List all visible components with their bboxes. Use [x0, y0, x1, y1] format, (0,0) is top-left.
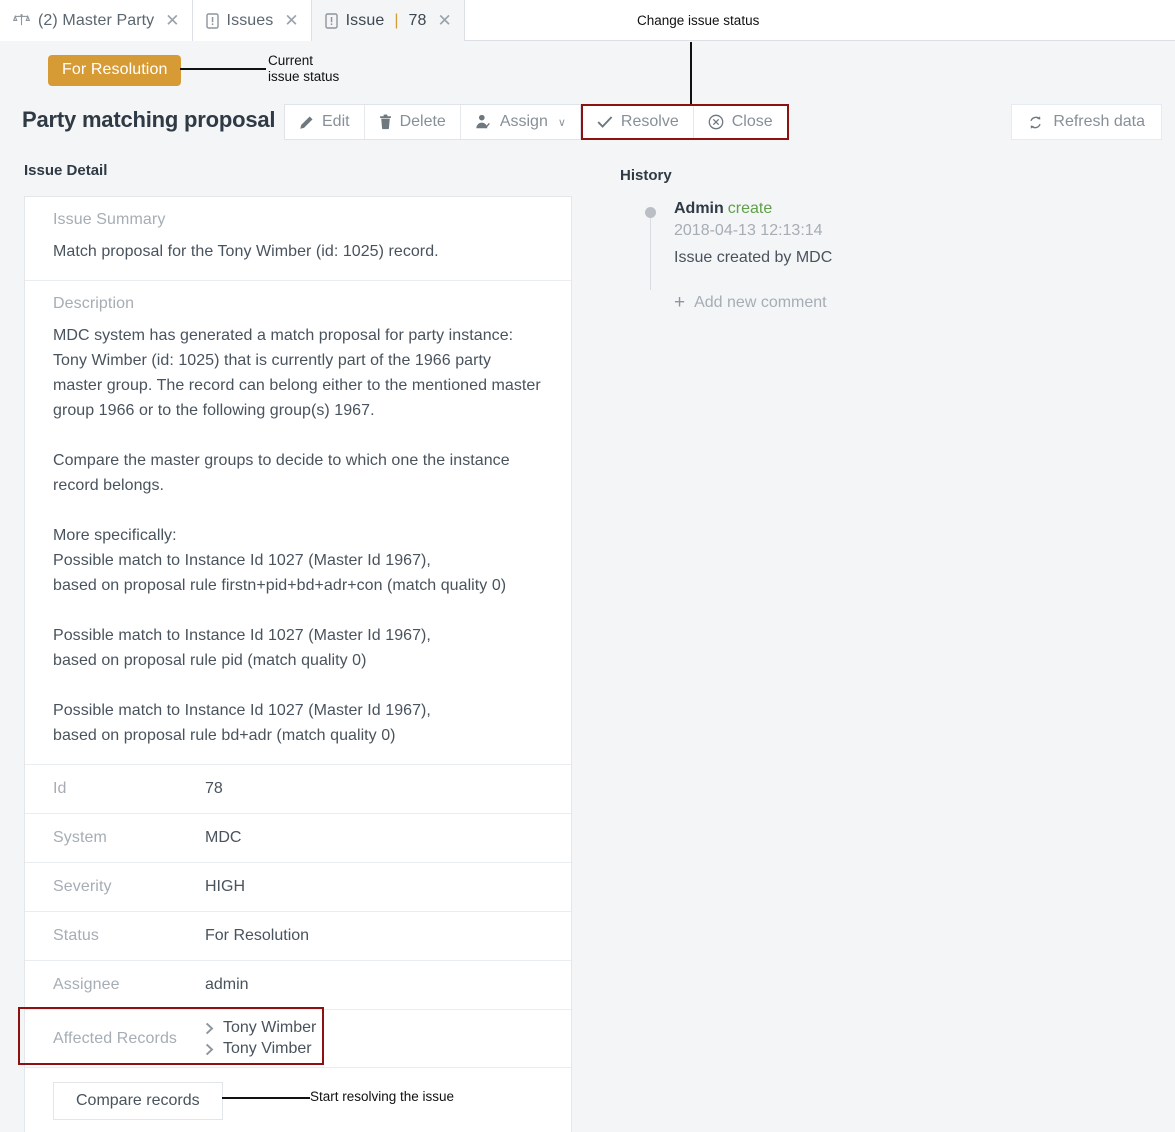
annotation-current-issue-status: Current issue status	[268, 53, 340, 84]
tab-issues[interactable]: Issues ✕	[192, 0, 312, 41]
field-value: For Resolution	[205, 927, 310, 944]
assign-button[interactable]: Assign ∨	[460, 105, 580, 139]
tab-label-id: 78	[408, 11, 427, 29]
plus-icon: +	[674, 292, 686, 313]
field-value: admin	[205, 976, 249, 993]
history-timestamp: 2018-04-13 12:13:14	[674, 222, 823, 239]
close-issue-button[interactable]: Close	[693, 106, 787, 138]
delete-button[interactable]: Delete	[364, 105, 461, 139]
issue-summary-label: Issue Summary	[53, 211, 166, 228]
annotation-leader-line-current	[180, 68, 266, 70]
tab-label: Issue	[345, 11, 385, 29]
history-dot-icon	[645, 207, 656, 218]
compare-records-button[interactable]: Compare records	[53, 1082, 223, 1120]
check-icon	[597, 115, 613, 129]
issue-detail-heading: Issue Detail	[24, 162, 108, 179]
affected-record-item[interactable]: Tony Vimber	[205, 1040, 316, 1058]
history-message: Issue created by MDC	[674, 249, 833, 266]
tab-label: Issues	[226, 11, 274, 29]
balance-scale-icon	[13, 13, 30, 28]
refresh-icon	[1028, 115, 1043, 130]
history-panel: Admin create 2018-04-13 12:13:14 Issue cr…	[620, 200, 1090, 313]
history-action: create	[727, 200, 773, 217]
field-value: MDC	[205, 829, 242, 846]
issue-summary-text: Match proposal for the Tony Wimber (id: …	[53, 243, 439, 260]
issue-detail-page: (2) Master Party ✕ Issues ✕ Issue | 78 ✕…	[0, 0, 1175, 1132]
description-block: Description MDC system has generated a m…	[25, 281, 571, 765]
field-key: Status	[53, 927, 99, 944]
action-toolbar: Edit Delete Assign ∨ Resolve Close	[284, 104, 789, 140]
pencil-icon	[299, 115, 314, 130]
exclamation-box-icon	[324, 12, 338, 29]
annotation-leader-line-status	[690, 42, 692, 104]
description-label: Description	[53, 295, 135, 312]
affected-records-label: Affected Records	[53, 1029, 178, 1047]
issue-summary-block: Issue Summary Match proposal for the Ton…	[25, 197, 571, 281]
add-comment-label: Add new comment	[694, 293, 827, 311]
chevron-right-icon	[205, 1043, 214, 1056]
chevron-right-icon	[205, 1022, 214, 1035]
assign-user-icon	[475, 114, 492, 130]
field-value: HIGH	[205, 878, 245, 895]
exclamation-box-icon	[205, 12, 219, 29]
field-key: Id	[53, 780, 67, 797]
field-row-status: Status For Resolution	[25, 912, 571, 961]
page-title: Party matching proposal	[22, 107, 276, 132]
tab-separator: |	[394, 11, 399, 29]
close-issue-label: Close	[731, 113, 773, 130]
annotation-start-resolving: Start resolving the issue	[310, 1089, 455, 1104]
issue-detail-card: Issue Summary Match proposal for the Ton…	[24, 196, 572, 1132]
close-icon[interactable]: ✕	[284, 12, 298, 29]
tab-label: (2) Master Party	[38, 11, 155, 29]
edit-label: Edit	[322, 113, 350, 130]
close-icon[interactable]: ✕	[165, 12, 179, 29]
close-icon[interactable]: ✕	[438, 12, 452, 29]
field-value: 78	[205, 780, 223, 797]
tab-issue-78[interactable]: Issue | 78 ✕	[311, 0, 465, 41]
status-badge: For Resolution	[48, 55, 182, 86]
field-row-id: Id 78	[25, 765, 571, 814]
description-text: MDC system has generated a match proposa…	[53, 327, 541, 744]
annotation-leader-line-compare	[222, 1097, 310, 1099]
close-circle-icon	[708, 114, 724, 130]
tab-master-party[interactable]: (2) Master Party ✕	[0, 0, 193, 41]
history-entry: Admin create 2018-04-13 12:13:14 Issue cr…	[620, 200, 1090, 290]
field-key: Severity	[53, 878, 112, 895]
affected-record-name: Tony Vimber	[223, 1040, 312, 1057]
history-heading: History	[620, 167, 672, 184]
assign-label: Assign	[499, 113, 548, 130]
field-key: System	[53, 829, 107, 846]
history-author: Admin	[674, 200, 724, 217]
card-footer: Compare records	[25, 1068, 571, 1132]
edit-button[interactable]: Edit	[285, 105, 365, 139]
history-timeline-line	[650, 218, 651, 290]
field-row-severity: Severity HIGH	[25, 863, 571, 912]
add-new-comment-button[interactable]: + Add new comment	[674, 293, 827, 312]
resolve-button[interactable]: Resolve	[582, 106, 694, 138]
tab-bar: (2) Master Party ✕ Issues ✕ Issue | 78 ✕	[0, 0, 1175, 41]
resolve-label: Resolve	[620, 113, 679, 130]
history-author-row: Admin create	[674, 200, 1090, 218]
primary-action-group: Edit Delete Assign ∨	[284, 104, 581, 140]
status-change-group: Resolve Close	[580, 104, 789, 140]
tab-bar-empty-space	[464, 0, 1175, 40]
field-row-system: System MDC	[25, 814, 571, 863]
refresh-label: Refresh data	[1053, 113, 1145, 130]
field-row-affected-records: Affected Records Tony Wimber Tony Vimber	[25, 1010, 571, 1068]
affected-records-list: Tony Wimber Tony Vimber	[205, 1019, 316, 1058]
field-row-assignee: Assignee admin	[25, 961, 571, 1010]
field-key: Assignee	[53, 976, 120, 993]
affected-record-name: Tony Wimber	[223, 1019, 317, 1036]
delete-label: Delete	[399, 113, 446, 130]
refresh-data-button[interactable]: Refresh data	[1011, 104, 1162, 140]
annotation-change-issue-status: Change issue status	[637, 13, 760, 28]
chevron-down-icon: ∨	[557, 116, 566, 129]
trash-icon	[379, 114, 392, 130]
affected-record-item[interactable]: Tony Wimber	[205, 1019, 316, 1037]
